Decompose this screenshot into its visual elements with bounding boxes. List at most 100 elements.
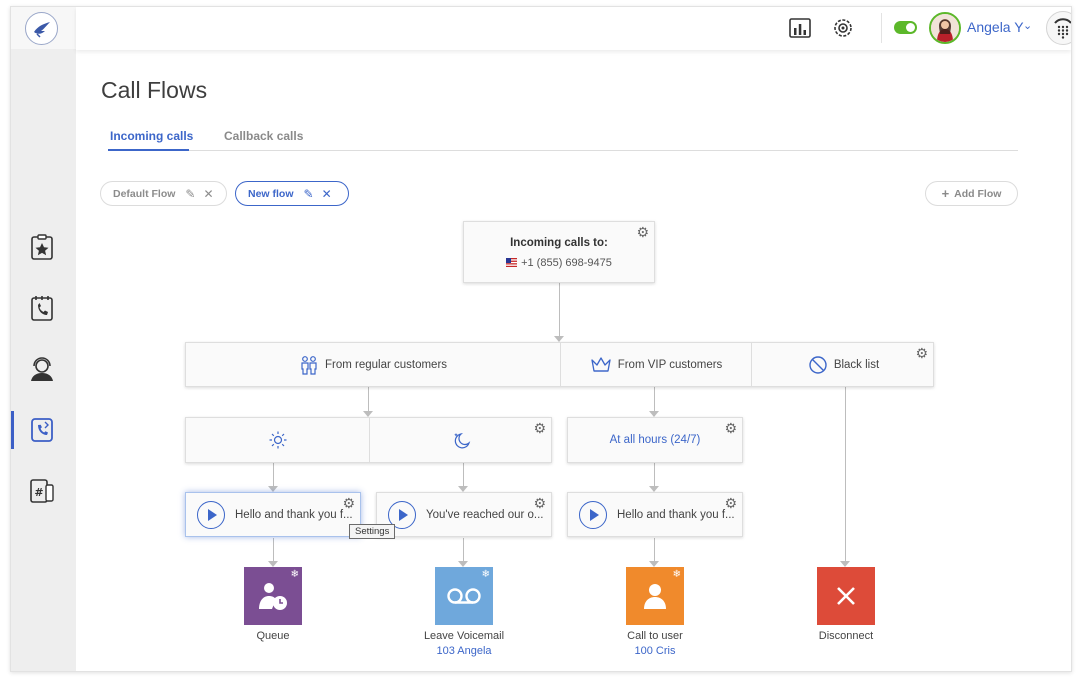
- routing-rules-bar: From regular customers From VIP customer…: [185, 342, 934, 387]
- route-label: Black list: [833, 358, 880, 371]
- queue-action[interactable]: ❄: [244, 567, 302, 625]
- incoming-number: +1 (855) 698-9475: [464, 257, 654, 269]
- action-target[interactable]: 100 Cris: [595, 645, 715, 657]
- greeting-message-node[interactable]: Hello and thank you f... ⚙: [567, 492, 743, 537]
- add-flow-label: Add Flow: [954, 187, 1002, 200]
- tabs-divider: [108, 150, 1018, 151]
- action-label: Queue: [256, 630, 290, 642]
- settings-gear-icon[interactable]: ⚙: [342, 496, 355, 510]
- logo-cell: [11, 7, 76, 49]
- user-icon: [644, 584, 666, 609]
- sidebar: #: [11, 7, 76, 671]
- tab-incoming-calls[interactable]: Incoming calls: [110, 129, 193, 143]
- message-text: You've reached our o...: [426, 508, 544, 521]
- message-text: Hello and thank you f...: [235, 508, 353, 521]
- block-icon: [808, 355, 828, 375]
- close-icon[interactable]: ✕: [203, 187, 213, 201]
- close-icon[interactable]: ✕: [322, 187, 332, 201]
- settings-gear-icon[interactable]: ⚙: [915, 346, 928, 360]
- route-label: From regular customers: [324, 358, 448, 371]
- svg-text:#: #: [34, 486, 43, 499]
- voicemail-action[interactable]: ❄: [435, 567, 493, 625]
- connector: [368, 387, 369, 411]
- all-hours-label: At all hours (24/7): [609, 434, 701, 446]
- play-icon[interactable]: [197, 500, 225, 529]
- connector: [463, 463, 464, 486]
- incoming-number-text: +1 (855) 698-9475: [521, 257, 612, 269]
- action-label: Call to user: [627, 630, 683, 642]
- numbers-devices-icon[interactable]: #: [28, 477, 56, 505]
- flow-chip-label: Default Flow: [113, 187, 176, 200]
- route-label: From VIP customers: [617, 358, 723, 371]
- schedule-node-vip[interactable]: At all hours (24/7) ⚙: [567, 417, 743, 463]
- crown-icon: [590, 356, 612, 374]
- users-icon: [299, 355, 319, 375]
- flow-chip-default[interactable]: Default Flow ✎ ✕: [100, 181, 227, 206]
- connector: [463, 538, 464, 561]
- connector: [654, 387, 655, 411]
- queue-users-clock-icon: [259, 583, 287, 610]
- user-name[interactable]: Angela Y: [967, 19, 1024, 35]
- settings-gear-icon[interactable]: [830, 15, 856, 41]
- chevron-down-icon[interactable]: ⌄: [1023, 19, 1032, 32]
- connector: [559, 283, 560, 336]
- route-black-list[interactable]: Black list: [752, 343, 935, 386]
- connector: [654, 538, 655, 561]
- tab-callback-calls[interactable]: Callback calls: [224, 129, 303, 143]
- top-divider: [881, 13, 882, 43]
- business-hours-slot[interactable]: [186, 418, 369, 462]
- schedule-node-regular[interactable]: ⚙: [185, 417, 552, 463]
- connector: [273, 538, 274, 561]
- incoming-title: Incoming calls to:: [510, 237, 608, 249]
- settings-tooltip: Settings: [349, 524, 396, 539]
- settings-gear-icon[interactable]: ⚙: [533, 421, 546, 435]
- connector: [845, 387, 846, 561]
- connector: [273, 463, 274, 486]
- top-bar: Angela Y ⌄: [76, 7, 1071, 50]
- dialpad-icon[interactable]: [1046, 11, 1071, 45]
- edit-pencil-icon[interactable]: ✎: [185, 187, 195, 201]
- call-flows-icon[interactable]: [28, 416, 56, 444]
- edit-pencil-icon[interactable]: ✎: [304, 187, 314, 201]
- action-label: Disconnect: [818, 630, 874, 642]
- action-label: Leave Voicemail: [423, 630, 505, 642]
- avatar[interactable]: [929, 12, 961, 44]
- page-title: Call Flows: [101, 77, 208, 103]
- reports-chart-icon[interactable]: [787, 15, 813, 41]
- route-vip-customers[interactable]: From VIP customers: [561, 343, 751, 386]
- plus-icon: +: [941, 186, 950, 201]
- call-to-user-action[interactable]: ❄: [626, 567, 684, 625]
- logo[interactable]: [25, 12, 58, 45]
- voicemail-icon: [447, 588, 481, 604]
- disconnect-action[interactable]: [817, 567, 875, 625]
- user-photo-icon: [931, 14, 959, 42]
- greeting-message-node[interactable]: You've reached our o... ⚙: [376, 492, 552, 537]
- connector: [654, 463, 655, 486]
- after-hours-slot[interactable]: [370, 418, 553, 462]
- active-tab-indicator: [108, 149, 189, 151]
- call-log-icon[interactable]: [28, 294, 56, 322]
- availability-toggle[interactable]: [894, 21, 917, 34]
- add-flow-button[interactable]: + Add Flow: [925, 181, 1018, 206]
- sidebar-active-indicator: [11, 411, 14, 449]
- play-icon[interactable]: [579, 500, 607, 529]
- flow-chip-new[interactable]: New flow ✎ ✕: [235, 181, 349, 206]
- moon-icon: [453, 432, 470, 449]
- app-window: # Angela Y ⌄ Call Flows Incoming calls C…: [10, 6, 1072, 672]
- snowflake-icon: ❄: [481, 569, 490, 580]
- route-regular-customers[interactable]: From regular customers: [186, 343, 560, 386]
- settings-gear-icon[interactable]: ⚙: [724, 421, 737, 435]
- close-x-icon: [837, 587, 855, 605]
- flow-chip-label: New flow: [248, 187, 294, 200]
- incoming-calls-node[interactable]: ⚙ Incoming calls to: +1 (855) 698-9475: [463, 221, 655, 283]
- bird-logo-icon: [33, 21, 50, 38]
- action-target[interactable]: 103 Angela: [404, 645, 524, 657]
- sun-icon: [269, 431, 286, 449]
- snowflake-icon: ❄: [290, 569, 299, 580]
- favorites-clipboard-icon[interactable]: [28, 233, 56, 261]
- settings-gear-icon[interactable]: ⚙: [533, 496, 546, 510]
- greeting-message-node[interactable]: Hello and thank you f... ⚙: [185, 492, 361, 537]
- operator-headset-icon[interactable]: [28, 355, 56, 383]
- settings-gear-icon[interactable]: ⚙: [724, 496, 737, 510]
- snowflake-icon: ❄: [672, 569, 681, 580]
